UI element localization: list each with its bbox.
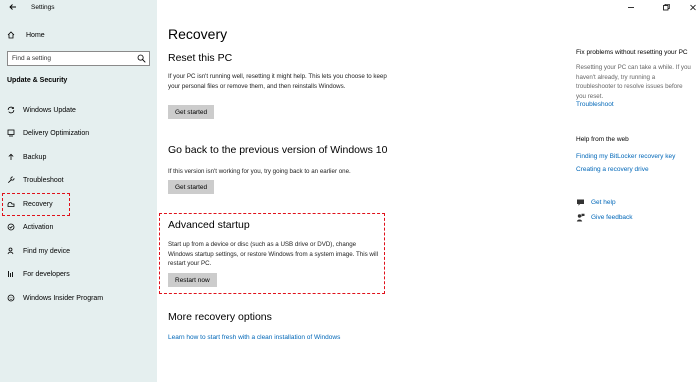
window-title: Settings [31, 4, 55, 11]
restart-now-button[interactable]: Restart now [168, 273, 217, 287]
search-icon[interactable] [137, 54, 146, 63]
feedback-person-icon [576, 213, 585, 221]
activation-check-icon [7, 223, 15, 231]
advanced-startup-description: Start up from a device or disc (such as … [168, 241, 378, 267]
recovery-drive-link[interactable]: Creating a recovery drive [576, 166, 649, 173]
home-label: Home [26, 31, 45, 39]
sidebar-item-activation[interactable]: Activation [7, 221, 53, 233]
sidebar-item-label: For developers [23, 270, 70, 278]
give-feedback-link[interactable]: Give feedback [591, 214, 633, 221]
main-content: Recovery Reset this PC If your PC isn't … [157, 0, 700, 382]
get-help-row[interactable]: Get help [576, 197, 616, 207]
sidebar-item-label: Find my device [23, 247, 71, 255]
sidebar-item-label: Backup [23, 153, 47, 161]
restore-icon[interactable] [661, 3, 671, 12]
sidebar-item-troubleshoot[interactable]: Troubleshoot [7, 174, 64, 186]
get-help-link[interactable]: Get help [591, 199, 616, 206]
close-icon[interactable] [688, 3, 698, 12]
fix-problems-description: Resetting your PC can take a while. If y… [576, 64, 691, 100]
troubleshoot-link[interactable]: Troubleshoot [576, 101, 614, 108]
home-icon [7, 31, 15, 39]
give-feedback-row[interactable]: Give feedback [576, 212, 633, 222]
back-arrow-icon[interactable] [8, 2, 18, 12]
sidebar-item-windows-insider-program[interactable]: Windows Insider Program [7, 292, 103, 304]
reset-get-started-button[interactable]: Get started [168, 105, 215, 119]
sidebar-item-for-developers[interactable]: For developers [7, 268, 70, 280]
insider-smiley-icon [7, 294, 15, 302]
sidebar-item-label: Troubleshoot [23, 176, 64, 184]
reset-heading: Reset this PC [168, 52, 233, 64]
backup-arrow-icon [8, 153, 14, 160]
sidebar-item-delivery-optimization[interactable]: Delivery Optimization [7, 127, 89, 139]
help-from-web-heading: Help from the web [576, 136, 629, 143]
minimize-icon[interactable] [626, 3, 636, 12]
sync-icon [7, 106, 15, 114]
search-placeholder: Find a setting [12, 55, 52, 62]
sidebar-item-label: Windows Insider Program [23, 294, 104, 302]
wrench-icon [8, 176, 15, 183]
sidebar-item-label: Delivery Optimization [23, 129, 90, 137]
go-back-heading: Go back to the previous version of Windo… [168, 144, 388, 156]
developer-bars-icon [8, 271, 13, 277]
chat-help-icon [577, 199, 584, 206]
clean-install-link[interactable]: Learn how to start fresh with a clean in… [168, 334, 340, 341]
go-back-get-started-button[interactable]: Get started [168, 180, 215, 194]
page-title: Recovery [168, 26, 228, 42]
delivery-optimization-icon [7, 129, 15, 137]
sidebar-item-backup[interactable]: Backup [7, 151, 46, 163]
person-location-icon [7, 247, 14, 255]
search-input[interactable]: Find a setting [7, 51, 150, 66]
recovery-highlight [2, 193, 70, 216]
sidebar-item-windows-update[interactable]: Windows Update [7, 104, 76, 116]
sidebar-item-find-my-device[interactable]: Find my device [7, 245, 70, 257]
sidebar-item-label: Windows Update [23, 106, 76, 114]
fix-problems-heading: Fix problems without resetting your PC [576, 49, 688, 56]
sidebar: Settings Home Find a setting Update & Se… [0, 0, 157, 382]
home-link[interactable]: Home [7, 29, 45, 41]
reset-description: If your PC isn't running well, resetting… [168, 73, 387, 90]
go-back-description: If this version isn't working for you, t… [168, 168, 351, 175]
section-title: Update & Security [7, 77, 68, 84]
advanced-startup-heading: Advanced startup [168, 219, 250, 231]
bitlocker-key-link[interactable]: Finding my BitLocker recovery key [576, 153, 675, 160]
more-options-heading: More recovery options [168, 311, 272, 323]
sidebar-item-label: Activation [23, 223, 54, 231]
